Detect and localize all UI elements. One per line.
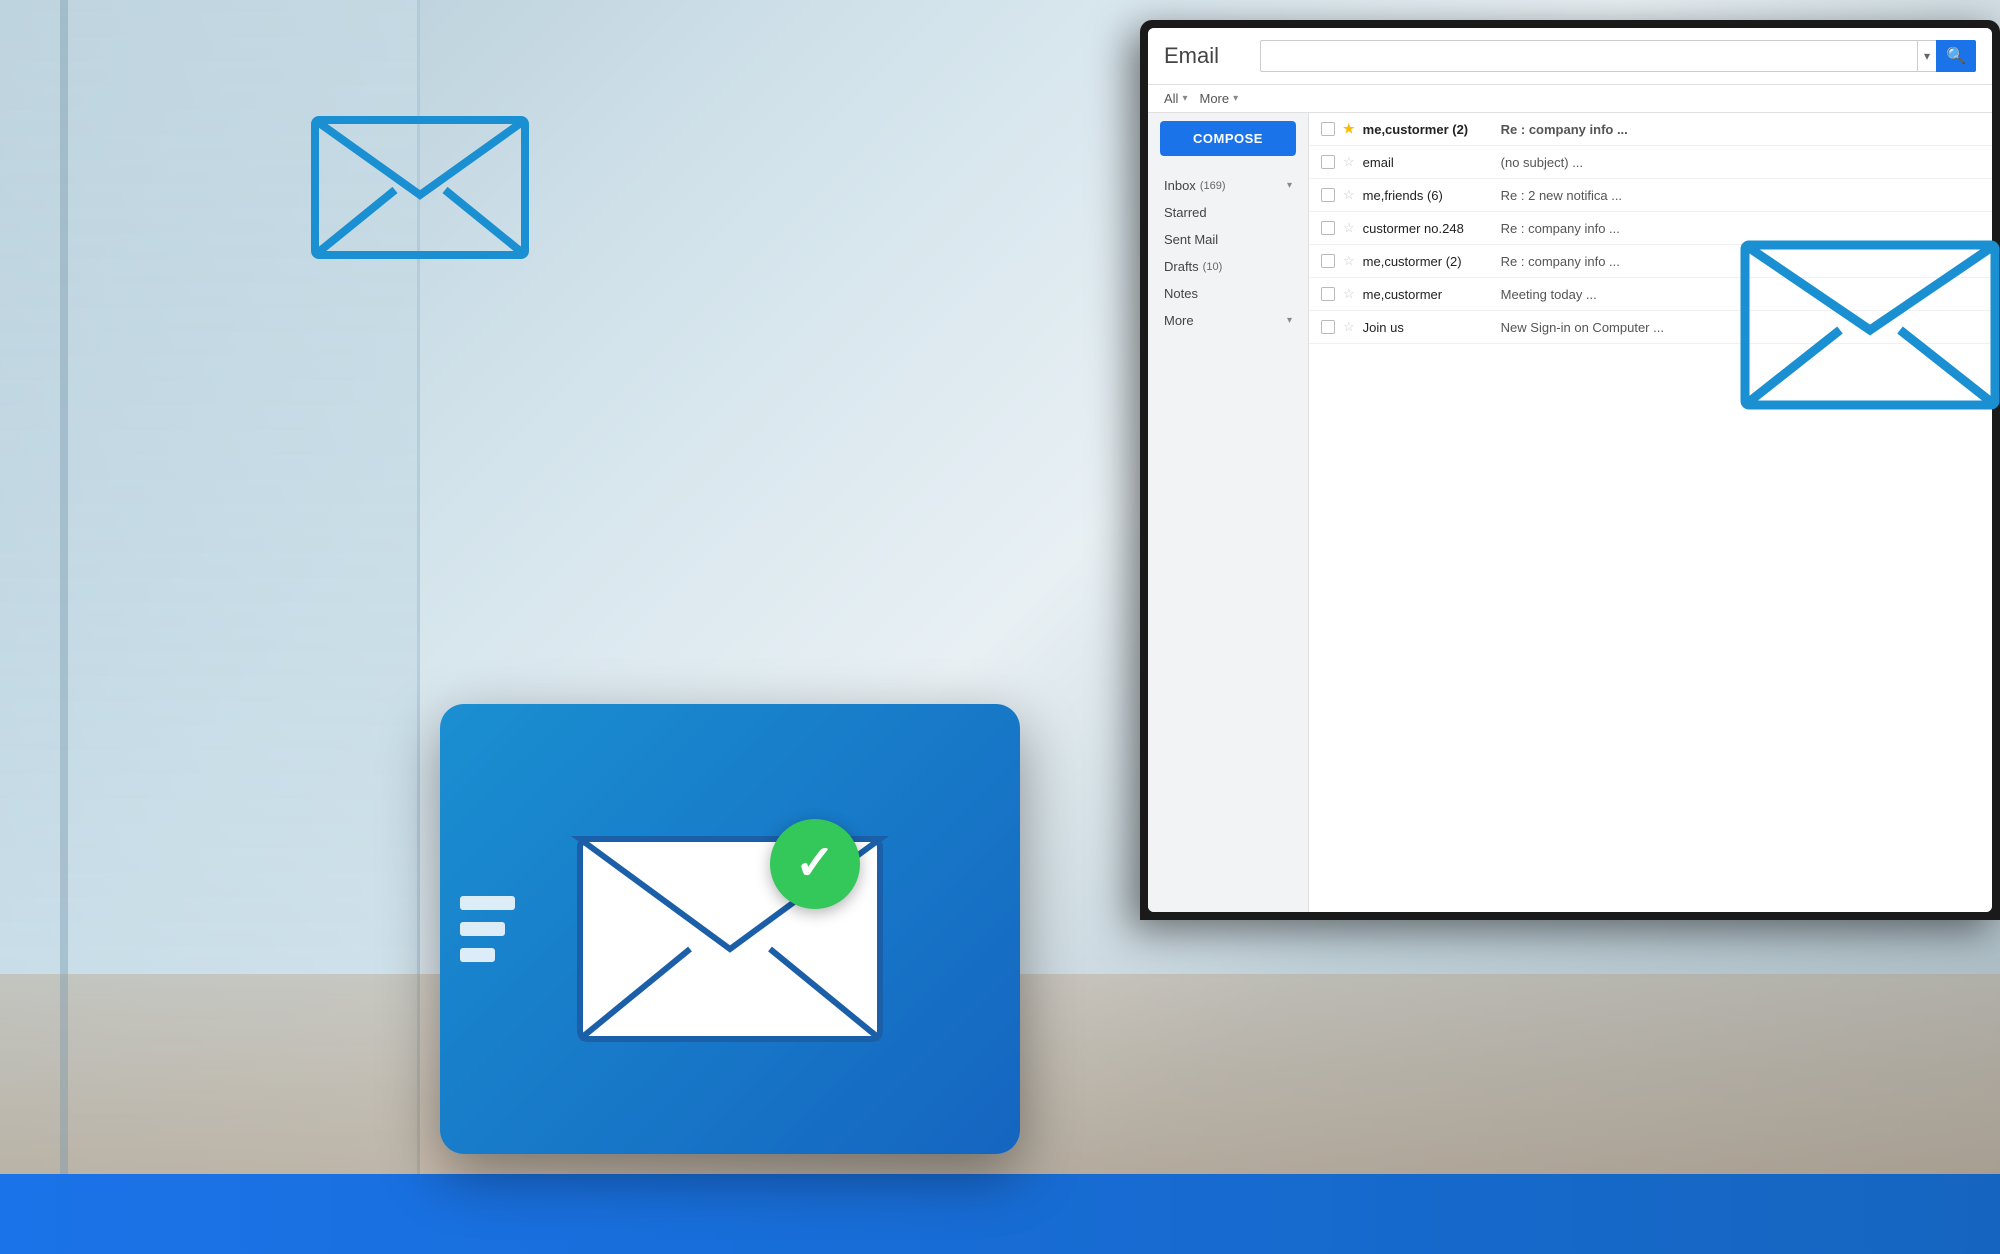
search-dropdown[interactable]: ▾ [1917,40,1936,72]
card-line-2 [460,922,505,936]
checkmark-icon: ✓ [795,840,835,888]
email-sender-5: me,custormer [1363,287,1493,302]
star-icon-1[interactable]: ☆ [1343,154,1355,170]
filter-more-label: More [1199,91,1229,106]
sidebar-item-notes[interactable]: Notes [1148,280,1308,307]
email-checkbox-2[interactable] [1321,188,1335,202]
email-sender-0: me,custormer (2) [1363,122,1493,137]
email-subject-0: Re : company info ... [1501,122,1980,137]
email-sender-2: me,friends (6) [1363,188,1493,203]
table-row[interactable]: ★ me,custormer (2) Re : company info ... [1309,113,1992,146]
star-icon-2[interactable]: ☆ [1343,187,1355,203]
filter-more-chevron: ▾ [1233,93,1238,104]
email-sender-1: email [1363,155,1493,170]
sidebar-item-drafts[interactable]: Drafts (10) [1148,253,1308,280]
star-icon-3[interactable]: ☆ [1343,220,1355,236]
sidebar-item-more[interactable]: More ▾ [1148,307,1308,334]
more-chevron: ▾ [1287,315,1292,326]
email-app-title: Email [1164,43,1244,69]
check-badge: ✓ [770,819,860,909]
email-subject-1: (no subject) ... [1501,155,1980,170]
sidebar-item-starred[interactable]: Starred [1148,199,1308,226]
email-checkbox-4[interactable] [1321,254,1335,268]
email-client: Email ▾ 🔍 All ▾ More ▾ [1148,28,1992,912]
email-header: Email ▾ 🔍 [1148,28,1992,85]
table-row[interactable]: ☆ email (no subject) ... [1309,146,1992,179]
search-input[interactable] [1260,40,1917,72]
card-line-3 [460,948,495,962]
star-icon-6[interactable]: ☆ [1343,319,1355,335]
search-button[interactable]: 🔍 [1936,40,1976,72]
email-checkbox-3[interactable] [1321,221,1335,235]
filter-all-label: All [1164,91,1178,106]
sidebar-inbox-label: Inbox (169) [1164,178,1226,193]
email-checkbox-0[interactable] [1321,122,1335,136]
email-sender-3: custormer no.248 [1363,221,1493,236]
email-checkbox-6[interactable] [1321,320,1335,334]
email-checkbox-1[interactable] [1321,155,1335,169]
card-lines [460,896,515,962]
envelope-outline-left [310,100,530,260]
email-toolbar: All ▾ More ▾ [1148,85,1992,113]
email-subject-2: Re : 2 new notifica ... [1501,188,1980,203]
search-bar: ▾ 🔍 [1260,40,1976,72]
compose-button[interactable]: COMPOSE [1160,121,1296,156]
search-icon: 🔍 [1946,46,1966,66]
star-icon-5[interactable]: ☆ [1343,286,1355,302]
filter-more[interactable]: More ▾ [1199,91,1238,106]
table-row[interactable]: ☆ me,friends (6) Re : 2 new notifica ... [1309,179,1992,212]
sidebar-item-inbox[interactable]: Inbox (169) ▾ [1148,172,1308,199]
email-sender-6: Join us [1363,320,1493,335]
star-icon-4[interactable]: ☆ [1343,253,1355,269]
inbox-chevron: ▾ [1287,180,1292,191]
bottom-blue-strip [0,1174,2000,1254]
star-icon-0[interactable]: ★ [1343,121,1355,137]
sidebar-item-sent[interactable]: Sent Mail [1148,226,1308,253]
email-sidebar: COMPOSE Inbox (169) ▾ Starred Sent Mail [1148,113,1308,912]
monitor: Email ▾ 🔍 All ▾ More ▾ [1140,20,2000,920]
filter-all-chevron: ▾ [1182,93,1187,104]
card-line-1 [460,896,515,910]
monitor-screen: Email ▾ 🔍 All ▾ More ▾ [1148,28,1992,912]
main-card: ✓ [440,704,1020,1154]
envelope-outline-right [1740,220,2000,410]
window-frame [60,0,68,1254]
filter-all[interactable]: All ▾ [1164,91,1187,106]
sidebar-drafts-label: Drafts (10) [1164,259,1222,274]
email-checkbox-5[interactable] [1321,287,1335,301]
email-sender-4: me,custormer (2) [1363,254,1493,269]
